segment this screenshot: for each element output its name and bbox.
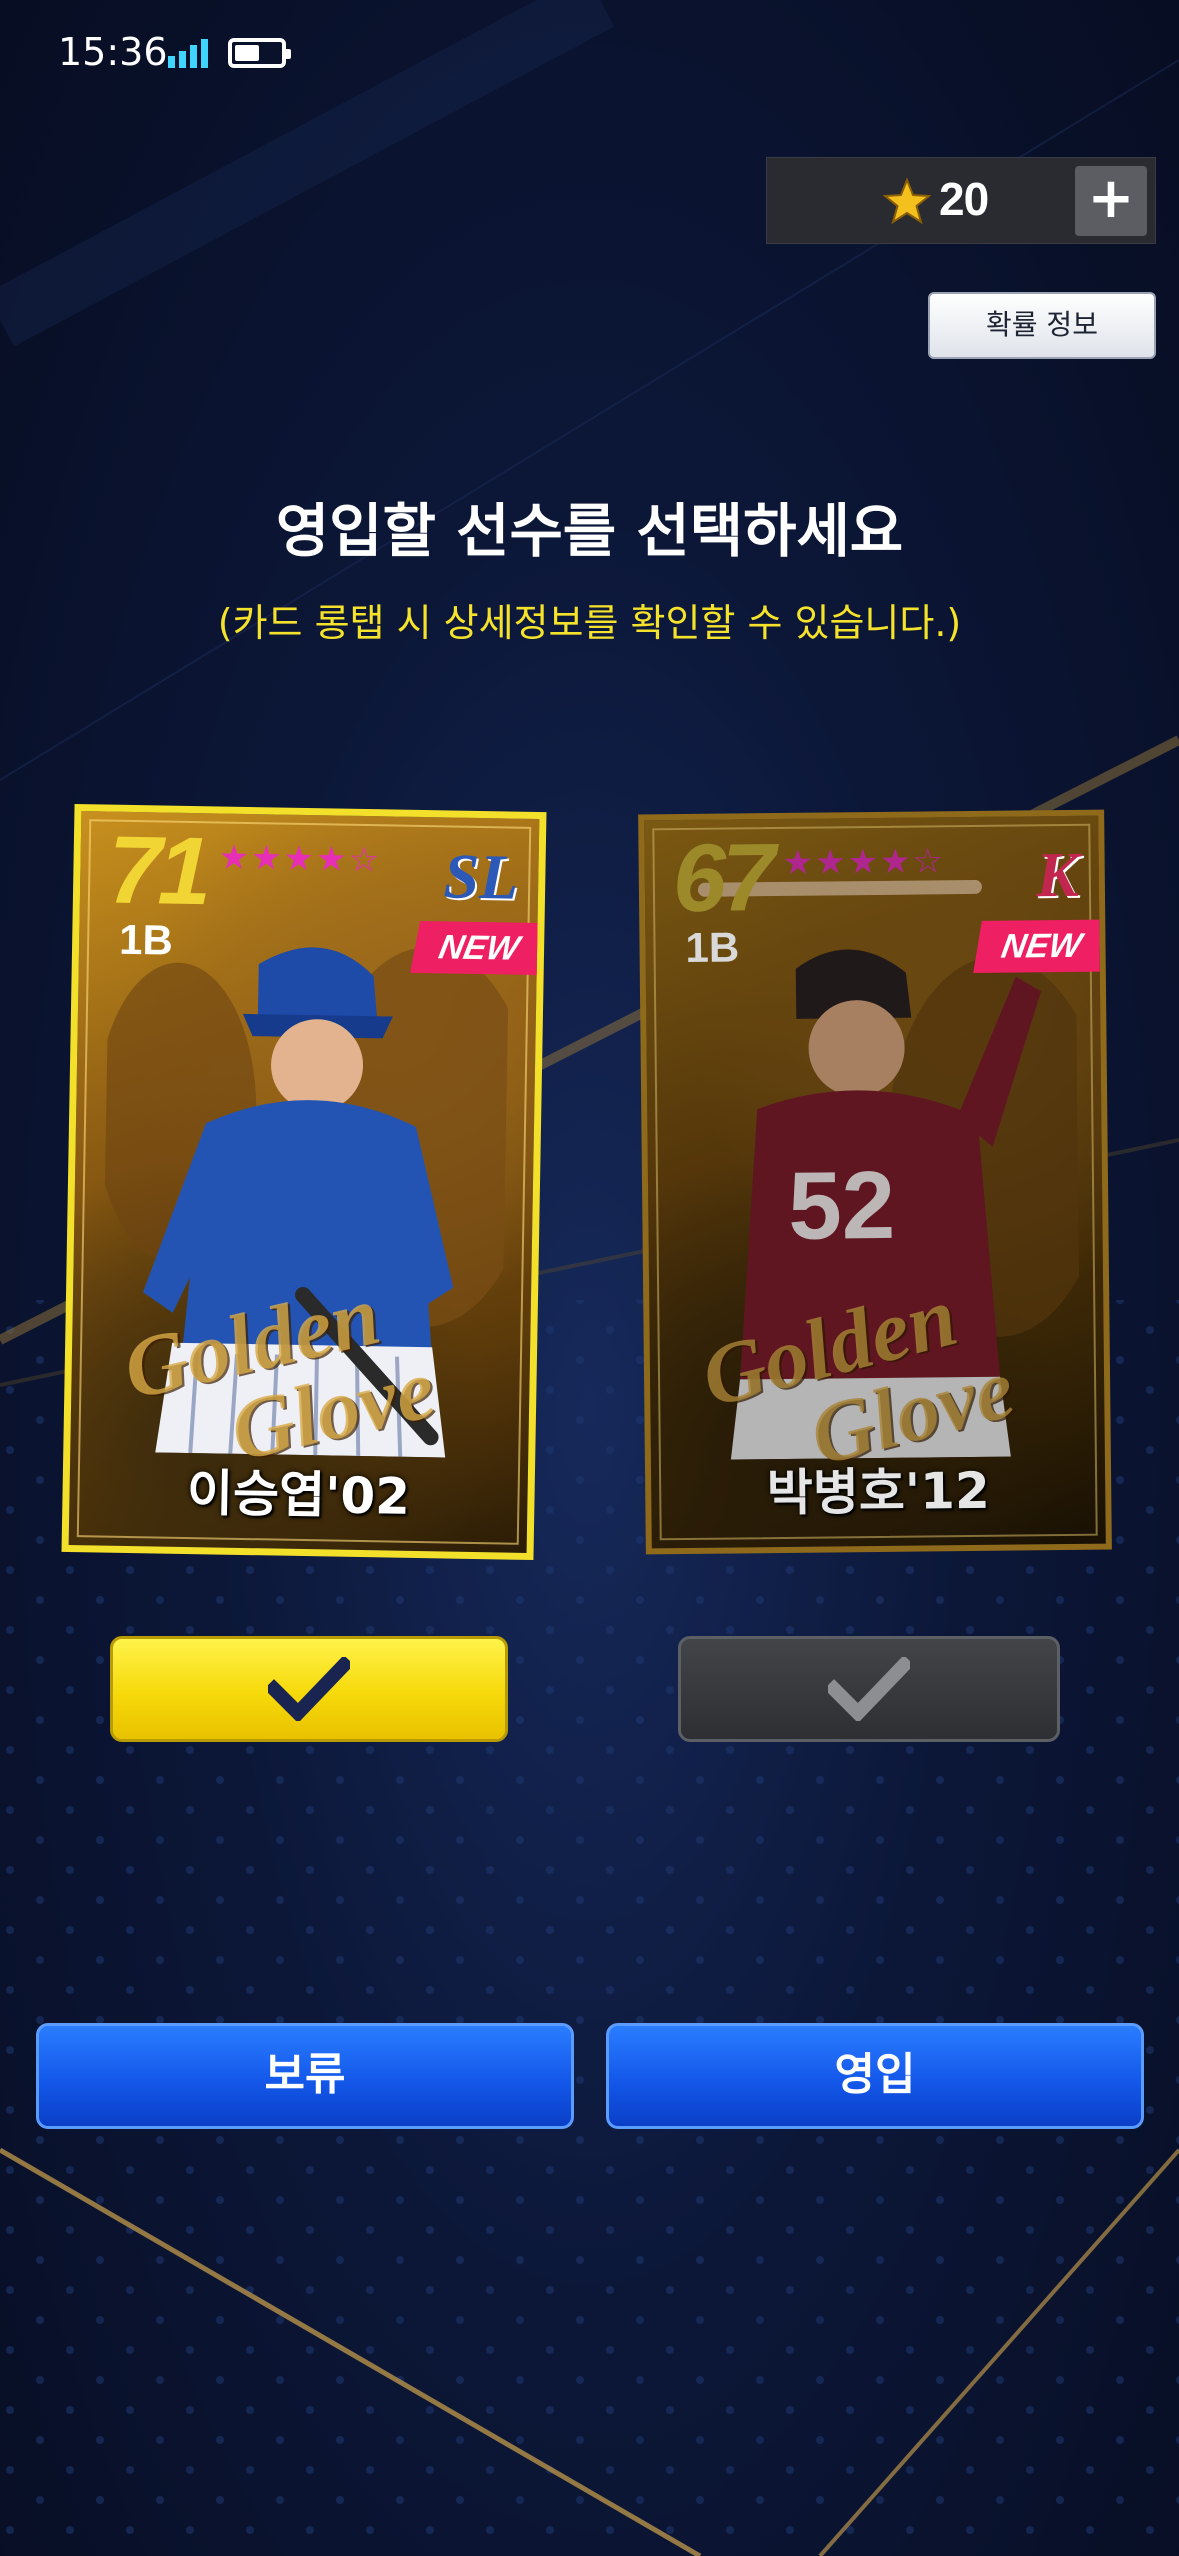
card-position: 1B [118, 915, 174, 964]
select-card-1-button[interactable] [110, 1636, 508, 1742]
card-stars: ★★★★☆ [782, 841, 946, 883]
battery-level [235, 45, 259, 61]
signal-icon [168, 39, 208, 68]
team-logo-icon: K [1035, 838, 1080, 911]
add-currency-button[interactable]: + [1075, 166, 1147, 236]
plus-icon: + [1087, 166, 1135, 231]
card-stars: ★★★★☆ [218, 837, 382, 881]
recruit-button[interactable]: 영입 [606, 2023, 1144, 2129]
card-player-name: 이승엽'02 [186, 1464, 411, 1526]
hold-button[interactable]: 보류 [36, 2023, 574, 2129]
card-position: 1B [685, 923, 740, 971]
star-icon [883, 178, 931, 225]
new-badge: NEW [410, 920, 547, 976]
card-player-name: 박병호'12 [766, 1461, 990, 1523]
status-time: 15:36 [58, 30, 168, 74]
currency-display: 20 + [766, 157, 1156, 244]
card-rating: 71 [107, 816, 209, 926]
check-icon [828, 1657, 910, 1721]
player-card-lee-seungyeop[interactable]: Golden Glove 71 1B ★★★★☆ SL NEW 이승엽'02 [61, 803, 547, 1561]
player-card-park-byungho[interactable]: 52 Golden Glove 67 1B ★★★★☆ K NEW 박병호'12 [638, 809, 1112, 1555]
card-rating: 67 [672, 824, 773, 933]
page-subtitle: (카드 롱탭 시 상세정보를 확인할 수 있습니다.) [217, 601, 962, 645]
check-icon [268, 1657, 350, 1721]
status-bar: 15:36 [0, 0, 1179, 110]
probability-info-button[interactable]: 확률 정보 [928, 292, 1156, 359]
team-logo-icon: SL [443, 840, 519, 913]
select-card-2-button[interactable] [678, 1636, 1060, 1742]
currency-value: 20 [939, 173, 989, 225]
battery-icon [228, 38, 291, 68]
new-badge: NEW [973, 919, 1110, 973]
page-title: 영입할 선수를 선택하세요 [275, 497, 904, 565]
